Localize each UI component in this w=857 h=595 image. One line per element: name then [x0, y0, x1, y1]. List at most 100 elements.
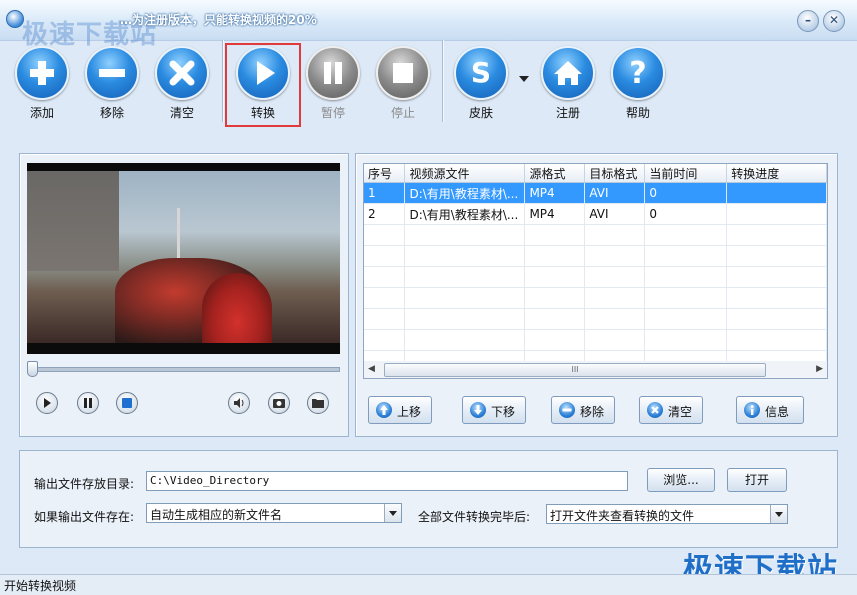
toolbar-separator	[442, 40, 444, 122]
help-button[interactable]: ? 帮助	[606, 46, 670, 121]
cell-progress	[726, 203, 827, 225]
cell-dst-format: AVI	[584, 182, 646, 204]
pause-icon	[324, 62, 342, 84]
output-dir-label: 输出文件存放目录:	[34, 477, 135, 491]
info-icon	[744, 402, 760, 418]
play-icon	[44, 398, 51, 408]
skin-label: 皮肤	[468, 106, 493, 120]
column-header-dst-format[interactable]: 目标格式	[584, 164, 646, 183]
move-down-button[interactable]: 下移	[462, 396, 526, 424]
move-up-label: 上移	[397, 405, 422, 419]
table-row[interactable]: 1 D:\有用\教程素材\... MP4 AVI 0	[364, 182, 827, 204]
table-row-empty	[364, 287, 827, 309]
stop-button[interactable]: 停止	[371, 46, 435, 121]
list-remove-label: 移除	[580, 405, 605, 419]
home-icon	[554, 61, 582, 85]
table-row-empty	[364, 245, 827, 267]
list-clear-button[interactable]: 清空	[639, 396, 703, 424]
table-row-empty	[364, 329, 827, 351]
remove-button[interactable]: 移除	[80, 46, 144, 121]
table-row-empty	[364, 224, 827, 246]
column-header-progress[interactable]: 转换进度	[726, 164, 827, 183]
chevron-down-icon[interactable]	[770, 505, 787, 523]
info-button[interactable]: 信息	[736, 396, 804, 424]
stop-label: 停止	[390, 106, 415, 120]
add-label: 添加	[29, 106, 54, 120]
pause-button[interactable]: 暂停	[301, 46, 365, 121]
register-label: 注册	[555, 106, 580, 120]
toolbar: 添加 移除 清空 转换 暂停 停止 S 皮肤 注册 ? 帮助	[0, 40, 857, 130]
preview-pause-button[interactable]	[77, 392, 99, 414]
file-table[interactable]: 序号 视频源文件 源格式 目标格式 当前时间 转换进度 1 D:\有用\教程素材…	[363, 163, 828, 363]
column-header-source[interactable]: 视频源文件	[404, 164, 526, 183]
table-row[interactable]: 2 D:\有用\教程素材\... MP4 AVI 0	[364, 203, 827, 225]
column-header-src-format[interactable]: 源格式	[524, 164, 586, 183]
plus-icon	[30, 61, 54, 85]
close-button[interactable]: ✕	[823, 10, 845, 32]
toolbar-separator	[222, 40, 224, 122]
column-header-time[interactable]: 当前时间	[644, 164, 728, 183]
move-up-button[interactable]: 上移	[368, 396, 432, 424]
register-button[interactable]: 注册	[536, 46, 600, 121]
chevron-down-icon[interactable]	[384, 504, 401, 522]
table-row-empty	[364, 266, 827, 288]
cell-time: 0	[644, 203, 728, 225]
open-button[interactable]: 打开	[727, 468, 787, 492]
convert-highlight-box	[225, 43, 301, 127]
horizontal-scrollbar[interactable]: ◀ III ▶	[363, 361, 828, 379]
browse-button[interactable]: 浏览...	[647, 468, 715, 492]
snapshot-button[interactable]	[268, 392, 290, 414]
clear-button[interactable]: 清空	[150, 46, 214, 121]
cell-dst-format: AVI	[584, 203, 646, 225]
preview-play-button[interactable]	[36, 392, 58, 414]
minus-icon	[99, 69, 125, 77]
video-scene-crowd	[202, 273, 272, 343]
output-settings-panel	[19, 450, 838, 548]
seek-slider-thumb[interactable]	[27, 361, 38, 377]
video-preview	[27, 163, 340, 354]
cell-index: 1	[364, 182, 406, 204]
after-convert-select[interactable]: 打开文件夹查看转换的文件	[546, 504, 788, 524]
arrow-down-icon	[470, 402, 486, 418]
skin-button[interactable]: S 皮肤	[449, 46, 513, 121]
cell-source: D:\有用\教程素材\...	[404, 182, 526, 204]
file-exists-label: 如果输出文件存在:	[34, 510, 135, 524]
file-exists-value: 自动生成相应的新文件名	[150, 508, 283, 522]
status-bar: 开始转换视频	[0, 574, 857, 595]
info-label: 信息	[765, 405, 790, 419]
open-folder-button[interactable]	[307, 392, 329, 414]
volume-button[interactable]	[228, 392, 250, 414]
column-header-index[interactable]: 序号	[364, 164, 406, 183]
seek-slider-track[interactable]	[30, 367, 340, 372]
cell-time: 0	[644, 182, 728, 204]
title-bar: 极速下载站 …为注册版本，只能转换视频的20% – ✕	[0, 0, 857, 50]
stop-icon	[122, 398, 132, 408]
table-header: 序号 视频源文件 源格式 目标格式 当前时间 转换进度	[364, 164, 827, 183]
list-remove-button[interactable]: 移除	[551, 396, 615, 424]
minimize-button[interactable]: –	[797, 10, 819, 32]
file-exists-select[interactable]: 自动生成相应的新文件名	[146, 503, 402, 523]
move-down-label: 下移	[491, 405, 516, 419]
close-x-icon	[647, 402, 663, 418]
minus-icon	[559, 402, 575, 418]
cell-source: D:\有用\教程素材\...	[404, 203, 526, 225]
speaker-icon	[234, 398, 244, 408]
output-dir-input[interactable]: C:\Video_Directory	[146, 471, 628, 491]
scroll-right-icon[interactable]: ▶	[816, 364, 823, 374]
arrow-up-icon	[376, 402, 392, 418]
cell-src-format: MP4	[524, 182, 586, 204]
remove-label: 移除	[99, 106, 124, 120]
help-label: 帮助	[625, 106, 650, 120]
preview-stop-button[interactable]	[116, 392, 138, 414]
folder-icon	[312, 399, 324, 408]
scrollbar-thumb[interactable]: III	[384, 363, 766, 377]
cell-src-format: MP4	[524, 203, 586, 225]
table-row-empty	[364, 308, 827, 330]
skin-dropdown-icon[interactable]	[519, 76, 529, 82]
cell-progress	[726, 182, 827, 204]
list-clear-label: 清空	[668, 405, 693, 419]
scroll-left-icon[interactable]: ◀	[368, 364, 375, 374]
after-convert-value: 打开文件夹查看转换的文件	[550, 509, 695, 523]
pause-icon	[84, 398, 92, 408]
add-button[interactable]: 添加	[10, 46, 74, 121]
